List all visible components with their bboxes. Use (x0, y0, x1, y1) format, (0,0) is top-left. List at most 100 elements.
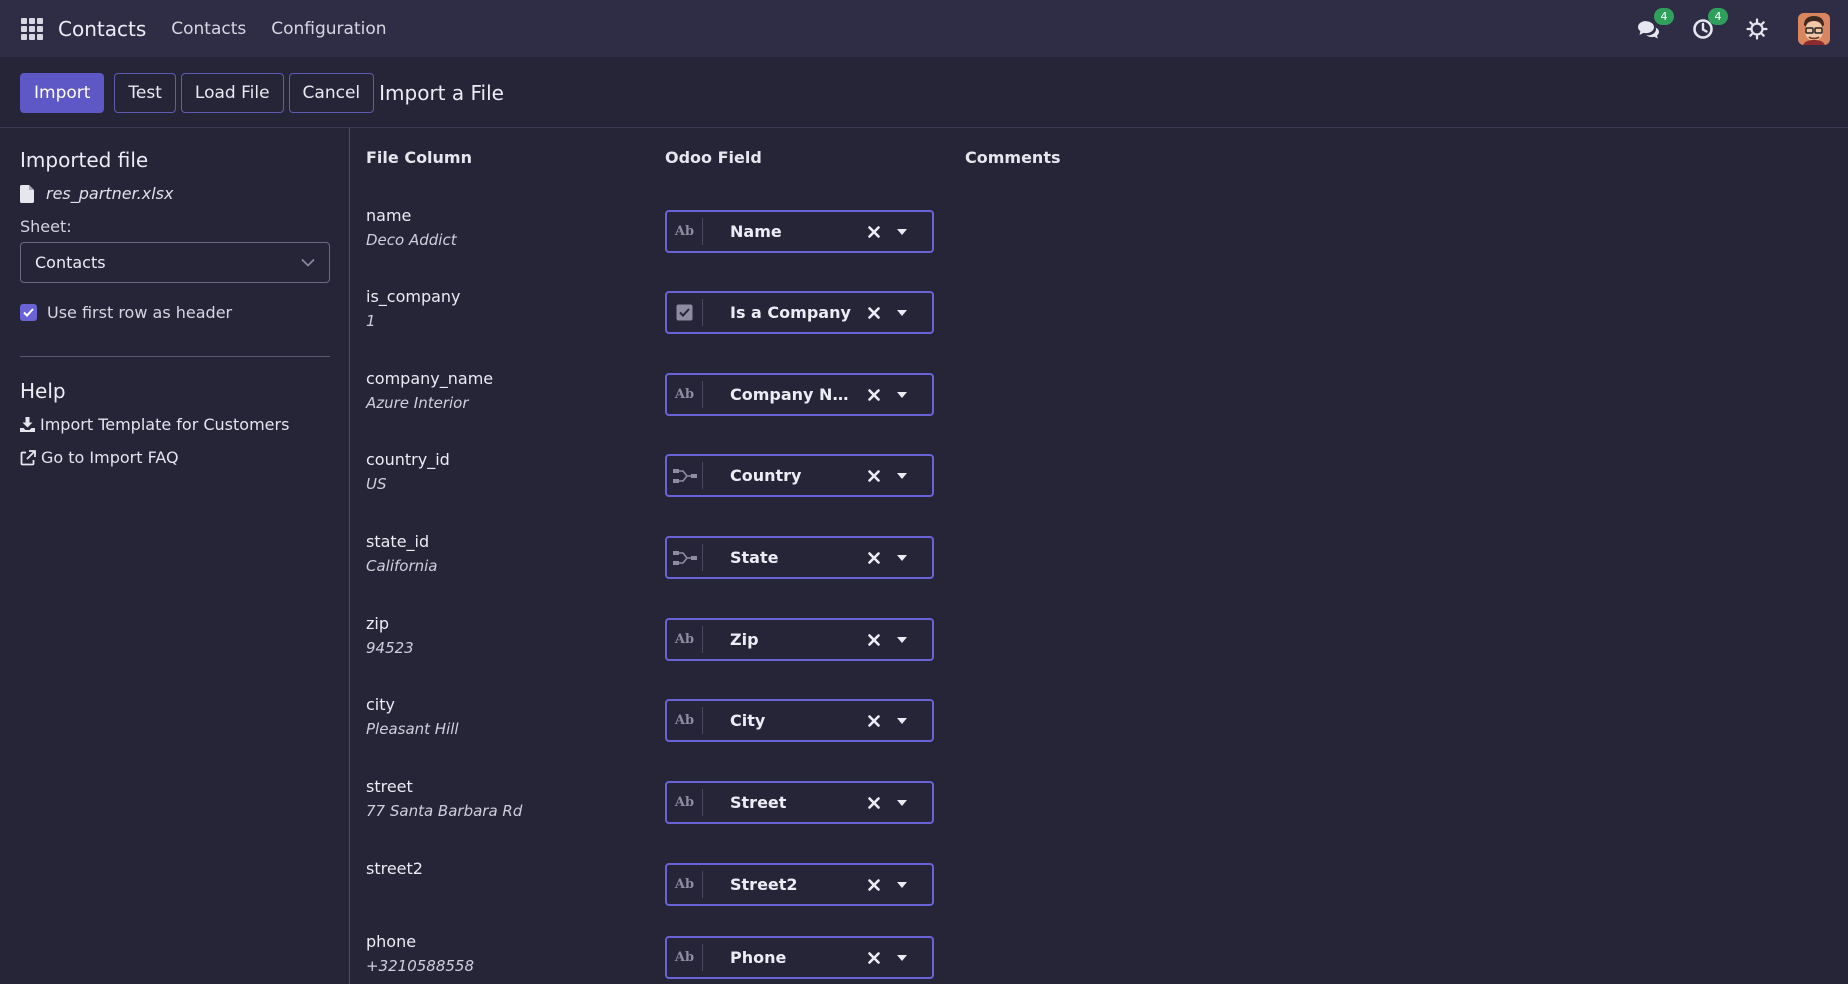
mapping-row: street2 Ab Street2 (351, 859, 1848, 929)
field-dropdown-toggle[interactable] (887, 472, 917, 479)
imported-file-title: Imported file (20, 148, 149, 172)
clear-field-button[interactable] (861, 388, 887, 401)
field-dropdown-toggle[interactable] (887, 881, 917, 888)
field-type-indicator: Ab (667, 218, 703, 245)
file-column-sample: Deco Addict (366, 231, 457, 249)
clear-field-button[interactable] (861, 469, 887, 482)
chevron-down-icon (301, 258, 315, 267)
field-dropdown-toggle[interactable] (887, 309, 917, 316)
odoo-field-select[interactable]: Ab Phone (665, 936, 934, 979)
file-column-sample: 94523 (366, 639, 414, 657)
messages-button[interactable]: 4 (1636, 8, 1674, 42)
menu-contacts[interactable]: Contacts (171, 19, 246, 39)
field-dropdown-toggle[interactable] (887, 228, 917, 235)
file-column-sample: 77 Santa Barbara Rd (366, 802, 523, 820)
file-column-name: street (366, 777, 413, 796)
clear-field-button[interactable] (861, 633, 887, 646)
relation-type-icon (672, 468, 697, 483)
odoo-field-value: Street (730, 793, 787, 812)
clear-field-button[interactable] (861, 796, 887, 809)
caret-down-icon (897, 472, 907, 479)
text-type-icon: Ab (674, 632, 695, 647)
caret-down-icon (897, 554, 907, 561)
file-column-sample: 1 (366, 312, 376, 330)
top-navbar: Contacts Contacts Configuration 4 4 (0, 0, 1848, 58)
odoo-field-value: City (730, 711, 766, 730)
field-dropdown-toggle[interactable] (887, 391, 917, 398)
close-icon (868, 469, 880, 482)
file-name: res_partner.xlsx (46, 184, 174, 203)
cancel-button[interactable]: Cancel (288, 72, 375, 113)
boolean-type-icon (676, 304, 693, 321)
debug-button[interactable] (1744, 16, 1770, 42)
field-dropdown-toggle[interactable] (887, 636, 917, 643)
user-avatar[interactable] (1798, 13, 1830, 45)
field-dropdown-toggle[interactable] (887, 554, 917, 561)
odoo-field-select[interactable]: Ab Company Name (665, 373, 934, 416)
mapping-row: zip 94523 Ab Zip (351, 614, 1848, 684)
checkmark-icon (23, 308, 34, 317)
file-column-sample: +3210588558 (366, 957, 475, 975)
odoo-field-select[interactable]: Ab Name (665, 210, 934, 253)
app-brand[interactable]: Contacts (58, 17, 146, 41)
field-dropdown-toggle[interactable] (887, 799, 917, 806)
clear-field-button[interactable] (861, 306, 887, 319)
import-faq-link[interactable]: Go to Import FAQ (20, 448, 329, 467)
field-dropdown-toggle[interactable] (887, 717, 917, 724)
close-icon (868, 878, 880, 891)
odoo-field-value: Street2 (730, 875, 798, 894)
close-icon (868, 551, 880, 564)
activities-badge: 4 (1708, 8, 1728, 25)
activities-button[interactable]: 4 (1690, 8, 1728, 42)
field-type-indicator: Ab (667, 626, 703, 653)
odoo-field-select[interactable]: Ab City (665, 699, 934, 742)
sheet-label: Sheet: (20, 217, 72, 236)
clear-field-button[interactable] (861, 714, 887, 727)
help-title: Help (20, 379, 66, 403)
odoo-field-select[interactable]: State (665, 536, 934, 579)
file-column-sample: Azure Interior (366, 394, 469, 412)
import-button[interactable]: Import (20, 72, 105, 113)
odoo-field-select[interactable]: Ab Street2 (665, 863, 934, 906)
clear-field-button[interactable] (861, 878, 887, 891)
field-type-indicator (667, 544, 703, 571)
sheet-select[interactable]: Contacts (20, 242, 330, 283)
bug-icon (1746, 18, 1768, 40)
caret-down-icon (897, 799, 907, 806)
file-column-header: File Column (366, 148, 472, 167)
file-icon (20, 184, 34, 203)
odoo-field-value: Zip (730, 630, 759, 649)
file-column-name: name (366, 206, 412, 225)
load-file-button[interactable]: Load File (180, 72, 284, 113)
field-type-indicator (667, 462, 703, 489)
odoo-field-header: Odoo Field (665, 148, 762, 167)
odoo-field-select[interactable]: Is a Company (665, 291, 934, 334)
odoo-field-select[interactable]: Ab Zip (665, 618, 934, 661)
clear-field-button[interactable] (861, 951, 887, 964)
first-row-header-checkbox[interactable] (20, 304, 37, 321)
clear-field-button[interactable] (861, 225, 887, 238)
odoo-field-select[interactable]: Country (665, 454, 934, 497)
menu-configuration[interactable]: Configuration (271, 19, 386, 39)
odoo-field-value: State (730, 548, 779, 567)
mapping-row: is_company 1 Is a Company (351, 287, 1848, 357)
caret-down-icon (897, 717, 907, 724)
caret-down-icon (897, 309, 907, 316)
odoo-field-select[interactable]: Ab Street (665, 781, 934, 824)
sheet-select-value: Contacts (35, 253, 106, 272)
first-row-header-option[interactable]: Use first row as header (20, 303, 329, 322)
field-dropdown-toggle[interactable] (887, 954, 917, 961)
test-button[interactable]: Test (114, 72, 176, 113)
import-template-label: Import Template for Customers (40, 415, 290, 434)
mapping-row: state_id California State (351, 532, 1848, 602)
import-template-link[interactable]: Import Template for Customers (20, 415, 329, 434)
field-mapping-table: File Column Odoo Field Comments name Deco… (351, 128, 1848, 984)
mapping-row: company_name Azure Interior Ab Company Name (351, 369, 1848, 439)
apps-menu-icon[interactable] (21, 17, 43, 40)
messages-badge: 4 (1654, 8, 1674, 25)
caret-down-icon (897, 881, 907, 888)
text-type-icon: Ab (674, 950, 695, 965)
clear-field-button[interactable] (861, 551, 887, 564)
comments-header: Comments (965, 148, 1061, 167)
mapping-row: name Deco Addict Ab Name (351, 206, 1848, 276)
